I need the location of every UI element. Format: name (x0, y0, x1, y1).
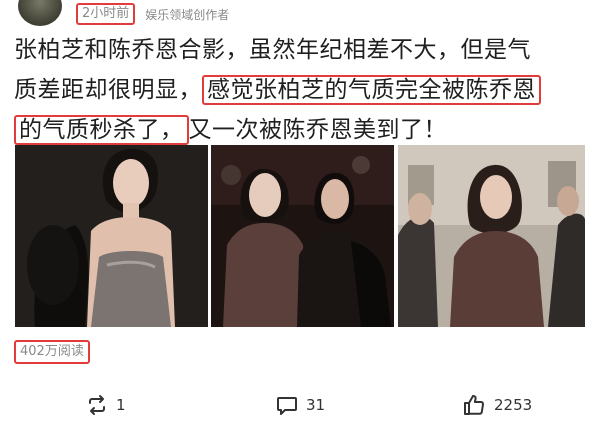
action-bar: 1 31 2253 (0, 390, 600, 420)
text-segment: 又一次被陈乔恩美到了！ (188, 117, 447, 143)
repost-button[interactable]: 1 (86, 390, 126, 420)
view-count-text: 402万阅读 (14, 340, 90, 364)
like-count: 2253 (494, 396, 533, 414)
comment-icon (277, 397, 297, 415)
photo-two-women-front-row (211, 145, 394, 327)
author-tag[interactable]: 娱乐领域创作者 (145, 6, 229, 23)
post-time: 2小时前 (76, 3, 136, 25)
thumbs-up-icon (464, 395, 484, 415)
comment-button[interactable]: 31 (276, 390, 325, 420)
text-segment: 张柏芝和陈乔恩合影，虽然年纪相差不大，但是气 (14, 37, 531, 63)
repost-icon (89, 395, 105, 415)
repost-count: 1 (116, 396, 126, 414)
avatar[interactable] (18, 0, 62, 26)
comment-count: 31 (306, 396, 326, 414)
text-line: 张柏芝和陈乔恩合影，虽然年纪相差不大，但是气 (14, 30, 588, 70)
post-text: 张柏芝和陈乔恩合影，虽然年纪相差不大，但是气 质差距却很明显， 感觉张柏芝的气质完… (14, 30, 588, 150)
text-line: 质差距却很明显， 感觉张柏芝的气质完全被陈乔恩 (14, 70, 588, 110)
post-meta: 2小时前 娱乐领域创作者 (76, 3, 229, 25)
post-image-1[interactable] (15, 145, 208, 327)
like-button[interactable]: 2253 (462, 390, 532, 420)
post-image-3[interactable] (398, 145, 585, 327)
photo-woman-street (398, 145, 585, 327)
highlighted-text: 的气质秒杀了， (14, 115, 189, 145)
text-line: 的气质秒杀了， 又一次被陈乔恩美到了！ (14, 110, 588, 150)
text-segment: 质差距却很明显， (14, 77, 202, 103)
photo-woman-silver-dress (15, 145, 208, 327)
view-count: 402万阅读 (14, 340, 90, 364)
post-image-2[interactable] (211, 145, 394, 327)
highlighted-text: 感觉张柏芝的气质完全被陈乔恩 (202, 75, 541, 105)
